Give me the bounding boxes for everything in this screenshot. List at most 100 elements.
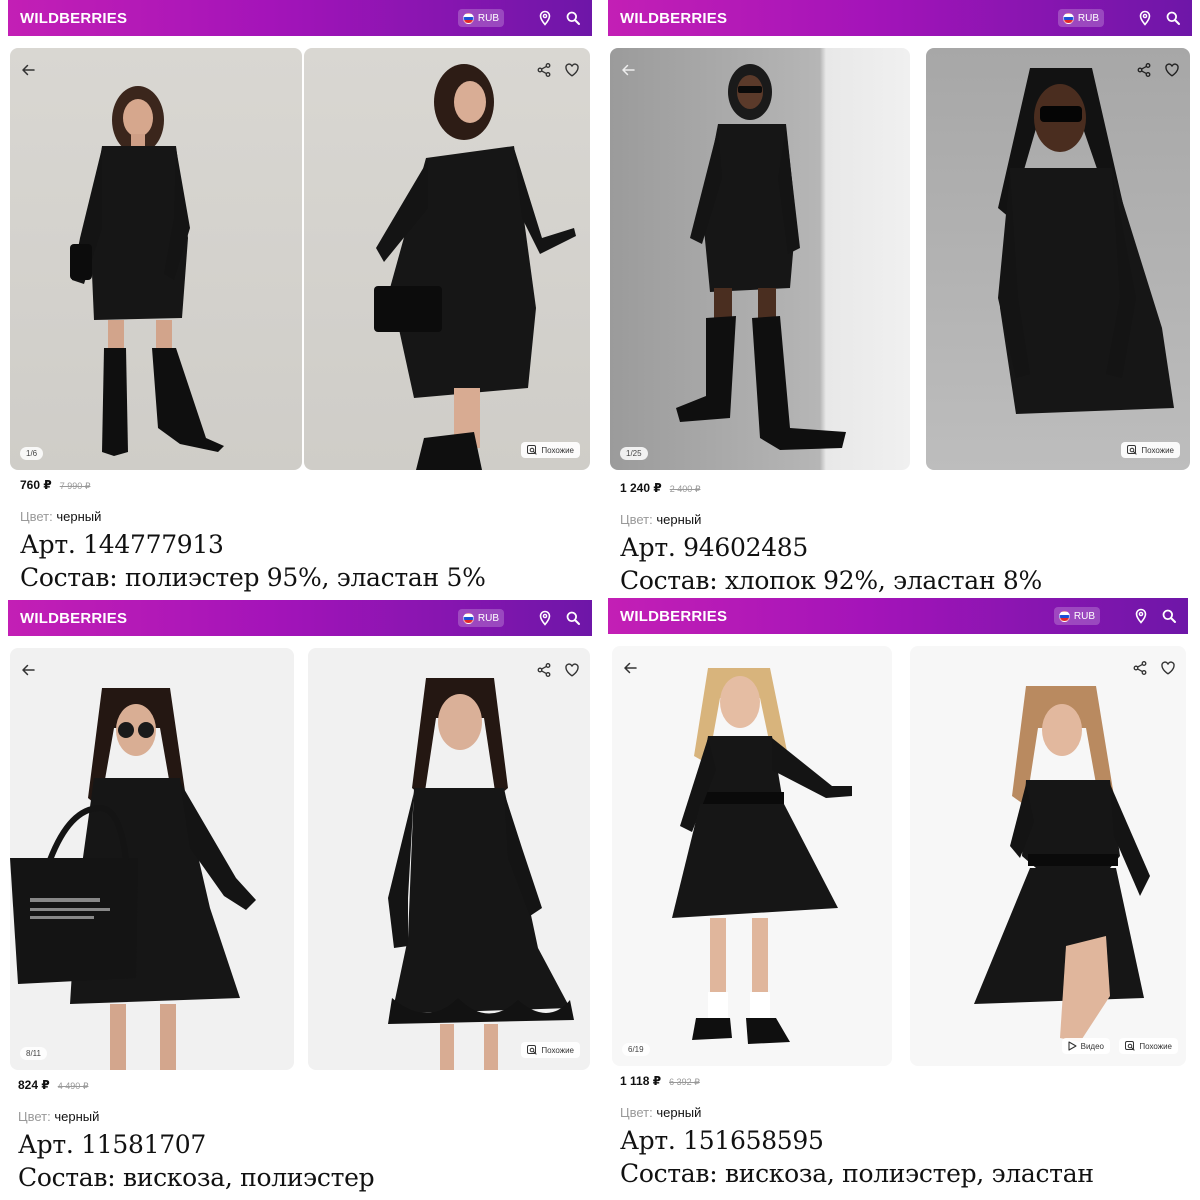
color-value: черный: [56, 509, 102, 524]
similar-label: Похожие: [541, 445, 574, 455]
similar-button[interactable]: Похожие: [521, 442, 580, 458]
heart-icon[interactable]: [1162, 60, 1182, 80]
product-photo-main[interactable]: 6/19: [612, 646, 892, 1066]
product-photo-main[interactable]: 1/25: [610, 48, 910, 470]
heart-icon[interactable]: [562, 660, 582, 680]
share-icon[interactable]: [1134, 60, 1154, 80]
app-header: WILDBERRIES RUB: [608, 0, 1192, 36]
back-arrow-icon[interactable]: [18, 660, 38, 680]
color-row: Цвет: черный: [620, 512, 1180, 527]
product-card-3: WILDBERRIES RUB 8/11 Похожие 824 ₽ 4 490…: [8, 600, 592, 1196]
composition: Состав: полиэстер 95%, эластан 5%: [20, 563, 486, 592]
price-row: 1 118 ₽ 6 392 ₽: [620, 1074, 1180, 1088]
search-icon[interactable]: [564, 609, 582, 627]
brand-logo[interactable]: WILDBERRIES: [20, 10, 458, 27]
old-price: 6 392 ₽: [669, 1077, 700, 1087]
play-icon: [1068, 1041, 1077, 1051]
model-figure: [10, 688, 256, 1070]
article-number: Арт. 94602485: [620, 533, 809, 562]
similar-search-icon: [527, 445, 538, 455]
photo-counter: 6/19: [622, 1043, 650, 1056]
article-number: Арт. 11581707: [18, 1130, 207, 1159]
russia-flag-icon: [1062, 12, 1074, 24]
location-pin-icon[interactable]: [1136, 9, 1154, 27]
back-arrow-icon[interactable]: [620, 658, 640, 678]
color-row: Цвет: черный: [20, 509, 580, 524]
brand-logo[interactable]: WILDBERRIES: [20, 610, 458, 627]
currency-label: RUB: [477, 12, 499, 24]
russia-flag-icon: [462, 612, 474, 624]
product-photo-secondary[interactable]: Похожие: [926, 48, 1190, 470]
similar-button[interactable]: Похожие: [1119, 1038, 1178, 1054]
color-value: черный: [656, 512, 702, 527]
similar-label: Похожие: [1141, 445, 1174, 455]
brand-logo[interactable]: WILDBERRIES: [620, 608, 1054, 625]
current-price: 824 ₽: [18, 1078, 50, 1092]
model-figure: [374, 64, 576, 470]
old-price: 4 490 ₽: [57, 1081, 89, 1091]
currency-label: RUB: [1073, 610, 1095, 622]
similar-label: Похожие: [1139, 1041, 1172, 1051]
similar-search-icon: [527, 1045, 538, 1055]
color-label: Цвет:: [20, 509, 53, 524]
product-photo-secondary[interactable]: Похожие: [308, 648, 590, 1070]
location-pin-icon[interactable]: [1132, 607, 1150, 625]
current-price: 1 240 ₽: [620, 481, 662, 495]
currency-label: RUB: [477, 612, 499, 624]
old-price: 7 990 ₽: [59, 481, 91, 491]
product-info: 1 118 ₽ 6 392 ₽ Цвет: черный Арт. 151658…: [620, 1074, 1180, 1188]
price-row: 824 ₽ 4 490 ₽: [18, 1078, 578, 1092]
color-label: Цвет:: [620, 512, 653, 527]
color-label: Цвет:: [18, 1109, 51, 1124]
search-icon[interactable]: [1164, 9, 1182, 27]
back-arrow-icon[interactable]: [618, 60, 638, 80]
heart-icon[interactable]: [562, 60, 582, 80]
heart-icon[interactable]: [1158, 658, 1178, 678]
similar-button[interactable]: Похожие: [1121, 442, 1180, 458]
composition: Состав: вискоза, полиэстер, эластан: [620, 1159, 1094, 1188]
product-info: 1 240 ₽ 2 400 ₽ Цвет: черный Арт. 946024…: [620, 481, 1180, 595]
similar-button[interactable]: Похожие: [521, 1042, 580, 1058]
share-icon[interactable]: [534, 60, 554, 80]
photo-counter: 8/11: [20, 1047, 47, 1060]
composition: Состав: вискоза, полиэстер: [18, 1163, 375, 1192]
color-value: черный: [54, 1109, 100, 1124]
old-price: 2 400 ₽: [669, 484, 701, 494]
app-header: WILDBERRIES RUB: [8, 0, 592, 36]
model-figure: [388, 678, 574, 1070]
location-pin-icon[interactable]: [536, 609, 554, 627]
currency-selector[interactable]: RUB: [457, 609, 504, 627]
product-card-2: WILDBERRIES RUB 1/25 Похожие 1 240 ₽ 2 4…: [608, 0, 1192, 596]
video-button[interactable]: Видео: [1061, 1038, 1110, 1054]
russia-flag-icon: [1058, 610, 1070, 622]
photo-counter: 1/6: [20, 447, 44, 460]
brand-logo[interactable]: WILDBERRIES: [620, 10, 1058, 27]
russia-flag-icon: [462, 12, 474, 24]
product-card-1: WILDBERRIES RUB 1/6 Похожие 760 ₽ 7 990 …: [8, 0, 592, 596]
product-photo-secondary[interactable]: Видео Похожие: [910, 646, 1186, 1066]
search-icon[interactable]: [1160, 607, 1178, 625]
product-photo-secondary[interactable]: Похожие: [304, 48, 590, 470]
currency-selector[interactable]: RUB: [457, 9, 504, 27]
product-card-4: WILDBERRIES RUB 6/19 Видео Похожие 1 118…: [608, 598, 1188, 1194]
back-arrow-icon[interactable]: [18, 60, 38, 80]
similar-label: Похожие: [541, 1045, 574, 1055]
share-icon[interactable]: [1130, 658, 1150, 678]
share-icon[interactable]: [534, 660, 554, 680]
similar-search-icon: [1127, 445, 1138, 455]
price-row: 760 ₽ 7 990 ₽: [20, 478, 580, 492]
model-figure: [70, 86, 224, 456]
location-pin-icon[interactable]: [536, 9, 554, 27]
model-figure: [998, 68, 1174, 414]
currency-selector[interactable]: RUB: [1057, 9, 1104, 27]
product-photo-main[interactable]: 1/6: [10, 48, 302, 470]
product-photo-main[interactable]: 8/11: [10, 648, 294, 1070]
search-icon[interactable]: [564, 9, 582, 27]
currency-selector[interactable]: RUB: [1053, 607, 1100, 625]
current-price: 1 118 ₽: [620, 1074, 662, 1088]
color-row: Цвет: черный: [620, 1105, 1180, 1120]
similar-search-icon: [1125, 1041, 1136, 1051]
product-info: 760 ₽ 7 990 ₽ Цвет: черный Арт. 14477791…: [20, 478, 580, 592]
composition: Состав: хлопок 92%, эластан 8%: [620, 566, 1042, 595]
color-value: черный: [656, 1105, 702, 1120]
